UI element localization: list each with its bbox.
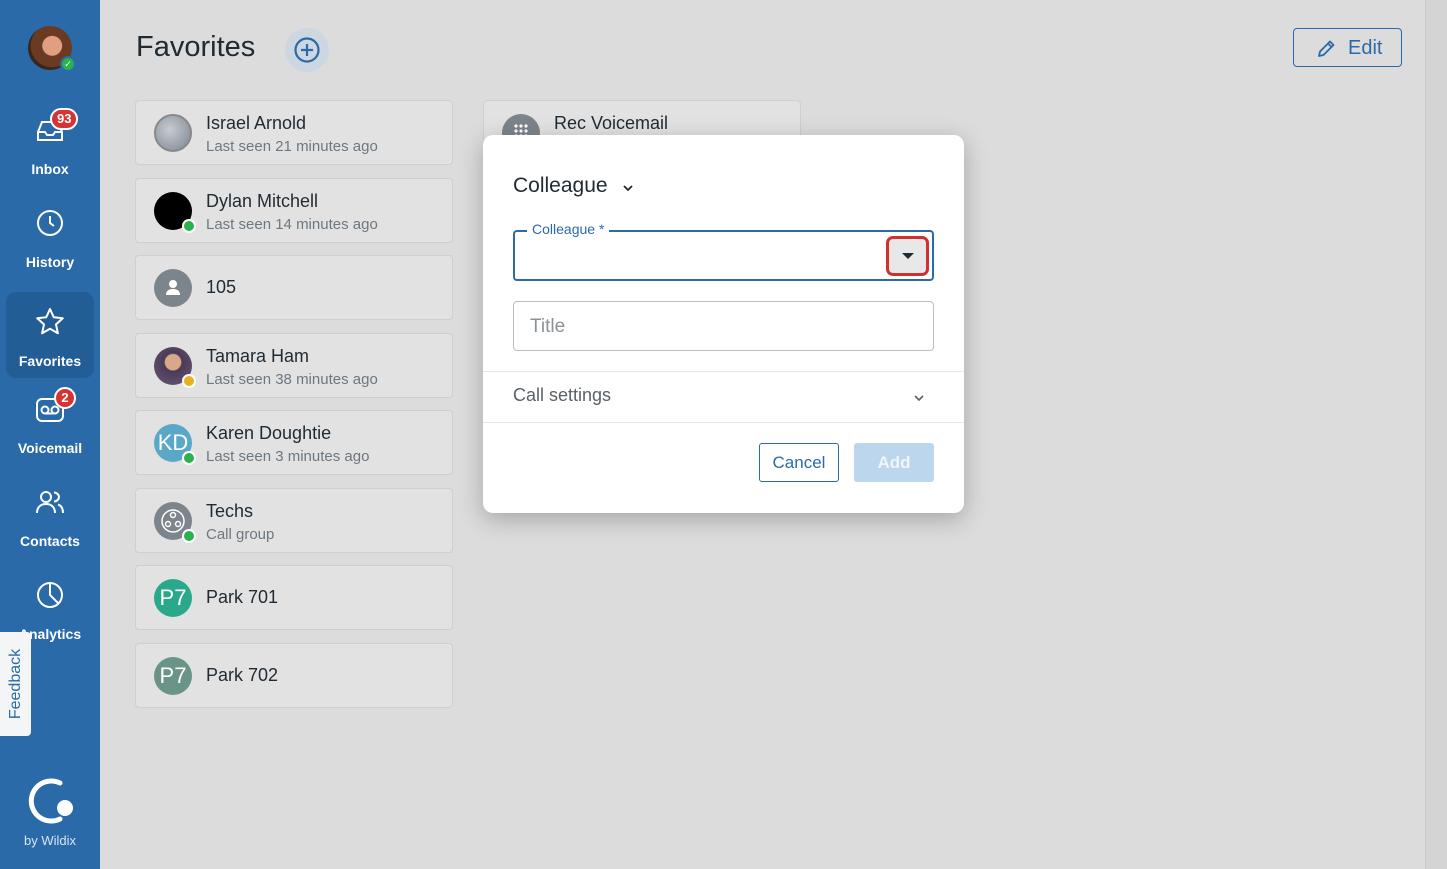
- avatar: P7: [154, 657, 192, 695]
- edit-label: Edit: [1348, 37, 1383, 59]
- nav-item-history[interactable]: History: [6, 193, 94, 279]
- call-settings-toggle[interactable]: Call settings: [513, 385, 611, 406]
- contacts-icon: [36, 491, 64, 514]
- nav-item-inbox[interactable]: 93 Inbox: [6, 100, 94, 186]
- add-favorite-button[interactable]: [285, 28, 329, 72]
- scrollbar-track: [1425, 0, 1447, 869]
- nav-item-contacts[interactable]: Contacts: [6, 472, 94, 558]
- favorite-name: Rec Voicemail: [554, 113, 669, 133]
- avatar: P7: [154, 579, 192, 617]
- add-button[interactable]: Add: [854, 443, 934, 482]
- favorite-card-techs[interactable]: Techs Call group: [135, 488, 453, 553]
- title-field: [513, 301, 934, 351]
- favorite-status: Call group: [206, 526, 275, 543]
- online-status-icon: [182, 529, 196, 543]
- favorite-type-label: Colleague: [513, 174, 608, 197]
- favorite-status: Last seen 3 minutes ago: [206, 448, 370, 465]
- favorite-card-karen-doughtie[interactable]: KD Karen Doughtie Last seen 3 minutes ag…: [135, 410, 453, 475]
- favorite-name: Techs: [206, 501, 254, 521]
- favorite-status: Last seen 38 minutes ago: [206, 371, 378, 388]
- online-status-icon: [182, 219, 196, 233]
- favorite-card-israel-arnold[interactable]: Israel Arnold Last seen 21 minutes ago: [135, 100, 453, 165]
- star-icon: [36, 308, 64, 335]
- sidebar: ✓ 93 Inbox History Favorites 2 Voicemail…: [0, 0, 100, 869]
- online-status-icon: [182, 451, 196, 465]
- favorite-card-tamara-ham[interactable]: Tamara Ham Last seen 38 minutes ago: [135, 333, 453, 398]
- favorite-status: Last seen 14 minutes ago: [206, 216, 378, 233]
- title-input[interactable]: [530, 314, 910, 340]
- page-title: Favorites: [136, 31, 256, 63]
- favorite-name: Tamara Ham: [206, 346, 310, 366]
- avatar: [154, 114, 192, 152]
- online-status-icon: ✓: [60, 56, 76, 72]
- nav-label-history: History: [25, 254, 75, 270]
- favorite-name: Park 701: [206, 587, 279, 607]
- favorite-name: Karen Doughtie: [206, 423, 332, 443]
- colleague-input[interactable]: [525, 244, 875, 268]
- nav-label-inbox: Inbox: [31, 161, 69, 177]
- feedback-label: Feedback: [6, 648, 24, 720]
- nav-item-favorites[interactable]: Favorites: [6, 292, 94, 378]
- away-status-icon: [182, 374, 196, 388]
- person-icon: [166, 280, 180, 295]
- favorite-card-park-702[interactable]: P7 Park 702: [135, 643, 453, 708]
- favorite-card-dylan-mitchell[interactable]: Dylan Mitchell Last seen 14 minutes ago: [135, 178, 453, 243]
- wildix-logo-icon: [28, 778, 73, 824]
- colleague-field: Colleague *: [513, 221, 934, 281]
- divider: [483, 422, 964, 423]
- voicemail-badge: 2: [54, 387, 76, 409]
- favorite-name: Park 702: [206, 665, 279, 685]
- colleague-dropdown-button[interactable]: [886, 236, 929, 276]
- caret-down-icon: [902, 253, 914, 259]
- nav-label-favorites: Favorites: [18, 353, 82, 369]
- chevron-down-icon[interactable]: [913, 393, 925, 403]
- brand-label: by Wildix: [23, 833, 76, 848]
- favorite-status: Last seen 21 minutes ago: [206, 138, 378, 155]
- nav-label-contacts: Contacts: [20, 533, 80, 549]
- inbox-badge: 93: [50, 108, 79, 130]
- cancel-button[interactable]: Cancel: [759, 443, 839, 482]
- favorite-name: Israel Arnold: [206, 113, 307, 133]
- user-avatar[interactable]: ✓: [28, 26, 76, 72]
- feedback-tab[interactable]: Feedback: [0, 632, 31, 736]
- add-favorite-dialog: Colleague Colleague * Call settings Canc…: [483, 135, 964, 513]
- chevron-down-icon: [623, 185, 633, 192]
- favorite-card-park-701[interactable]: P7 Park 701: [135, 565, 453, 630]
- favorite-card-105[interactable]: 105: [135, 255, 453, 320]
- edit-button[interactable]: Edit: [1293, 28, 1402, 67]
- favorite-name: 105: [206, 277, 237, 297]
- favorite-name: Dylan Mitchell: [206, 191, 319, 211]
- plus-circle-icon: [294, 37, 320, 63]
- favorite-type-selector[interactable]: Colleague: [513, 174, 633, 198]
- pie-chart-icon: [37, 582, 63, 608]
- nav-item-voicemail[interactable]: 2 Voicemail: [6, 379, 94, 465]
- pencil-icon: [1318, 40, 1335, 57]
- divider: [483, 371, 964, 372]
- avatar: [154, 269, 192, 307]
- colleague-field-label: Colleague *: [527, 221, 610, 237]
- clock-icon: [37, 210, 63, 236]
- nav-label-voicemail: Voicemail: [17, 440, 83, 456]
